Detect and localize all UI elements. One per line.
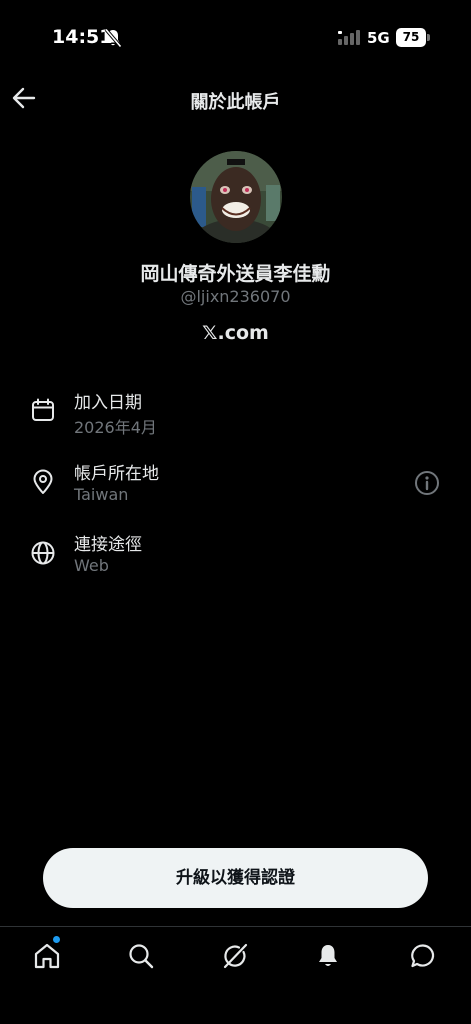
- notifications-icon[interactable]: [313, 941, 343, 971]
- info-row-connected-via: 連接途徑 Web: [0, 528, 471, 588]
- site-label: 𝕏.com: [202, 322, 269, 344]
- about-account-screen: 14:51 5G 75 關於此帳戶 岡山傳奇外送員李佳勳 @ljixn23607…: [0, 0, 471, 1024]
- globe-icon: [31, 541, 55, 565]
- messages-icon[interactable]: [408, 941, 438, 971]
- home-icon[interactable]: [32, 941, 62, 971]
- info-row-joined: 加入日期 2026年4月: [0, 386, 471, 446]
- avatar[interactable]: [190, 151, 282, 243]
- grok-icon[interactable]: [220, 941, 250, 971]
- location-pin-icon: [33, 469, 53, 494]
- upgrade-button[interactable]: 升級以獲得認證: [43, 848, 428, 908]
- connected-via-label: 連接途徑: [74, 535, 142, 555]
- bottom-nav: [0, 926, 471, 1024]
- display-name: 岡山傳奇外送員李佳勳: [140, 263, 331, 285]
- battery-level: 75: [396, 28, 426, 47]
- location-label: 帳戶所在地: [74, 464, 159, 484]
- joined-label: 加入日期: [74, 393, 142, 413]
- joined-value: 2026年4月: [74, 418, 157, 437]
- bell-muted-icon: [104, 28, 122, 48]
- home-notification-dot: [53, 936, 60, 943]
- location-value: Taiwan: [74, 485, 129, 504]
- info-row-location: 帳戶所在地 Taiwan: [0, 457, 471, 517]
- status-bar: 14:51 5G 75: [0, 0, 471, 72]
- page-title: 關於此帳戶: [190, 92, 281, 113]
- search-icon[interactable]: [126, 941, 156, 971]
- battery-tip: [427, 34, 430, 41]
- network-label: 5G: [367, 29, 390, 47]
- signal-icon: [338, 30, 360, 45]
- calendar-icon: [32, 398, 54, 421]
- info-icon[interactable]: [414, 470, 440, 496]
- handle: @ljixn236070: [180, 287, 291, 306]
- connected-via-value: Web: [74, 556, 109, 575]
- battery-icon: 75: [396, 28, 430, 47]
